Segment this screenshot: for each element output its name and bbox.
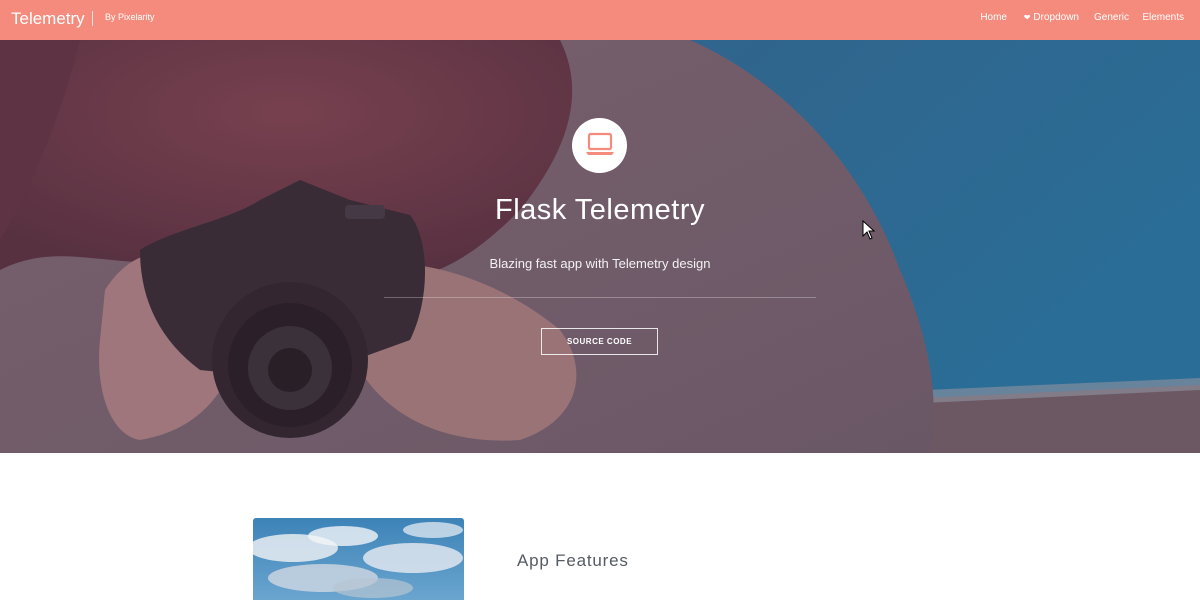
nav-home-link[interactable]: Home xyxy=(980,12,1007,23)
features-heading: App Features xyxy=(517,551,629,570)
hero-subtitle: Blazing fast app with Telemetry design xyxy=(489,256,711,271)
mouse-cursor-icon xyxy=(862,220,876,240)
features-image xyxy=(253,518,464,600)
hero-divider xyxy=(384,297,816,298)
hero-icon-circle xyxy=(572,118,627,173)
top-header: Telemetry By Pixelarity Home ❤ Dropdown G… xyxy=(0,0,1200,40)
heart-icon: ❤ xyxy=(1023,13,1031,22)
brand-logo[interactable]: Telemetry xyxy=(11,9,85,29)
brand-divider xyxy=(92,11,93,26)
sky-clouds-image xyxy=(253,518,464,600)
hero-title: Flask Telemetry xyxy=(494,194,706,226)
hero-content: Flask Telemetry Blazing fast app with Te… xyxy=(0,40,1200,453)
source-code-button[interactable]: SOURCE CODE xyxy=(541,328,658,355)
nav-elements-link[interactable]: Elements xyxy=(1142,12,1184,23)
brand-byline[interactable]: By Pixelarity xyxy=(105,12,155,22)
hero-banner: Flask Telemetry Blazing fast app with Te… xyxy=(0,40,1200,453)
nav-dropdown-link[interactable]: ❤ Dropdown xyxy=(1024,12,1079,23)
nav-generic-link[interactable]: Generic xyxy=(1094,12,1129,23)
nav-dropdown-label: Dropdown xyxy=(1033,12,1079,23)
laptop-icon xyxy=(586,132,614,155)
